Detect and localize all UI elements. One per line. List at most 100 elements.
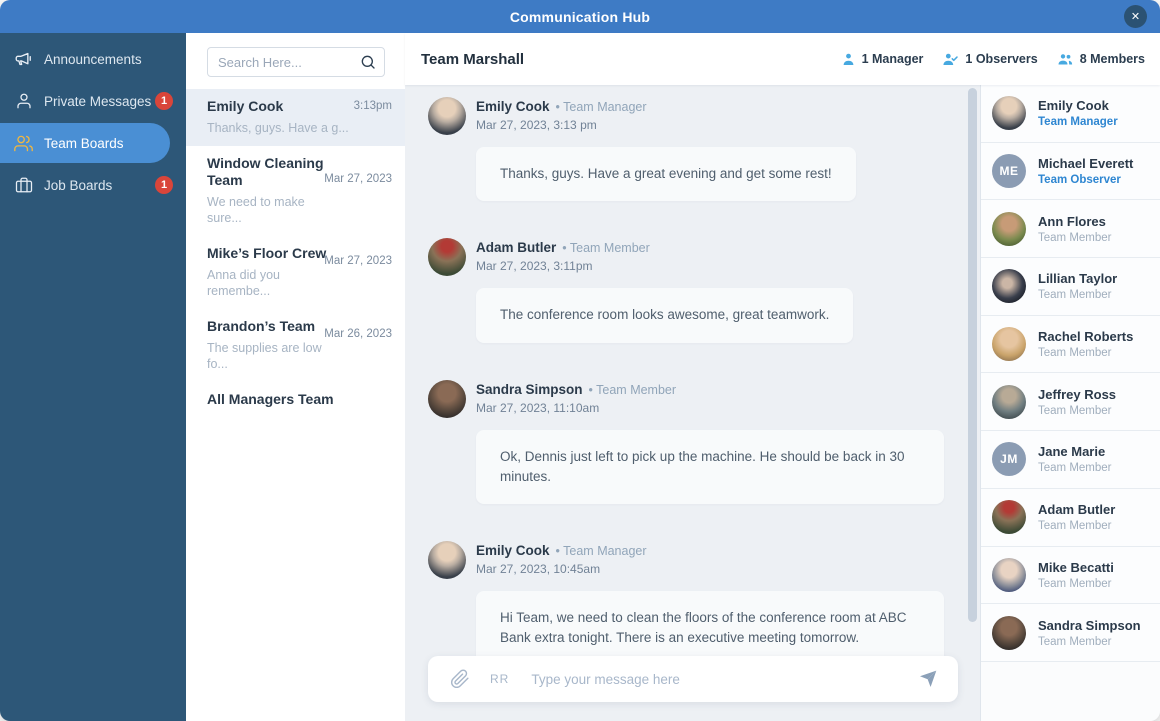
conversation-panel: Emily Cook Thanks, guys. Have a g... 3:1…: [186, 33, 405, 721]
sidebar-item-team-boards[interactable]: Team Boards: [0, 123, 170, 163]
member-role: Team Member: [1038, 635, 1112, 648]
sidebar-item-announcements[interactable]: Announcements: [0, 39, 186, 79]
sidebar-item-private-messages[interactable]: Private Messages 1: [0, 81, 186, 121]
format-button[interactable]: RR: [490, 672, 509, 686]
avatar: [992, 96, 1026, 131]
close-icon: ✕: [1130, 11, 1141, 23]
user-check-icon: [942, 52, 959, 67]
manager-count: 1 Manager: [841, 52, 923, 67]
message: Adam Butler Team Member Mar 27, 2023, 3:…: [428, 238, 980, 343]
nav-sidebar: Announcements Private Messages 1 Team Bo…: [0, 33, 186, 721]
member-row[interactable]: Jeffrey Ross Team Member: [981, 373, 1160, 432]
member-name: Sandra Simpson: [1038, 617, 1141, 633]
user-icon: [14, 92, 33, 111]
megaphone-icon: [14, 50, 33, 69]
search-input[interactable]: [207, 47, 385, 77]
message-sender: Emily Cook: [476, 543, 550, 558]
conversation-title: All Managers Team: [207, 391, 334, 408]
avatar: JM: [992, 442, 1026, 477]
member-row[interactable]: Ann Flores Team Member: [981, 200, 1160, 259]
message-sender-role: Team Manager: [556, 544, 646, 558]
conversation-row[interactable]: Window Cleaning Team We need to make sur…: [186, 146, 405, 237]
message-bubble: Thanks, guys. Have a great evening and g…: [476, 147, 856, 202]
member-name: Emily Cook: [1038, 98, 1109, 114]
message-bubble: The conference room looks awesome, great…: [476, 288, 854, 343]
conversation-time: Mar 26, 2023: [324, 328, 392, 341]
conversation-title: Emily Cook: [207, 98, 284, 114]
message-input-bar: RR: [428, 656, 958, 702]
member-name: Lillian Taylor: [1038, 271, 1118, 287]
search-icon[interactable]: [360, 54, 376, 70]
chat-area: Emily Cook Team Manager Mar 27, 2023, 3:…: [405, 85, 980, 721]
conversation-time: 3:13pm: [353, 100, 392, 112]
send-icon[interactable]: [918, 669, 938, 689]
briefcase-icon: [14, 176, 33, 195]
member-name: Ann Flores: [1038, 213, 1106, 229]
avatar: [992, 269, 1026, 304]
member-row[interactable]: Rachel Roberts Team Member: [981, 315, 1160, 374]
message-list: Emily Cook Team Manager Mar 27, 2023, 3:…: [428, 97, 980, 656]
close-button[interactable]: ✕: [1124, 5, 1147, 28]
message-sender: Adam Butler: [476, 240, 557, 256]
message-timestamp: Mar 27, 2023, 3:11pm: [476, 259, 593, 274]
message: Emily Cook Team Manager Mar 27, 2023, 3:…: [428, 97, 980, 202]
member-name: Jane Marie: [1038, 444, 1106, 460]
chat-scrollbar-thumb[interactable]: [968, 88, 977, 622]
conversation-time: Mar 27, 2023: [324, 172, 392, 185]
member-name: Jeffrey Ross: [1038, 386, 1117, 402]
sidebar-item-job-boards[interactable]: Job Boards 1: [0, 165, 186, 205]
avatar: [992, 211, 1026, 246]
conversation-list: Emily Cook Thanks, guys. Have a g... 3:1…: [186, 89, 405, 721]
message-timestamp: Mar 27, 2023, 10:45am: [476, 562, 601, 576]
conversation-row[interactable]: Mike’s Floor Crew Anna did you remembe..…: [186, 236, 405, 309]
conversation-row[interactable]: Brandon’s Team The supplies are low fo..…: [186, 309, 405, 382]
member-row[interactable]: Mike Becatti Team Member: [981, 546, 1160, 605]
conversation-row[interactable]: Emily Cook Thanks, guys. Have a g... 3:1…: [186, 89, 405, 146]
avatar: [428, 541, 466, 579]
conversation-preview: Anna did you remembe...: [207, 267, 280, 298]
member-role: Team Observer: [1038, 174, 1121, 187]
member-role: Team Member: [1038, 520, 1112, 533]
member-name: Rachel Roberts: [1038, 329, 1134, 345]
communication-hub-window: Communication Hub ✕ Announcements Privat…: [0, 0, 1160, 721]
member-role: Team Member: [1038, 231, 1112, 244]
users-icon: [1057, 52, 1074, 67]
member-name: Mike Becatti: [1038, 559, 1114, 575]
team-boards-icon: [14, 134, 33, 153]
member-role: Team Member: [1038, 347, 1112, 360]
member-role: Team Member: [1038, 577, 1112, 590]
avatar: [992, 500, 1026, 535]
conversation-preview: The supplies are low fo...: [207, 340, 322, 371]
member-row[interactable]: Adam Butler Team Member: [981, 488, 1160, 547]
conversation-row[interactable]: All Managers Team: [186, 382, 405, 419]
message-sender-role: Team Member: [589, 383, 676, 397]
member-row[interactable]: Sandra Simpson Team Member: [981, 604, 1160, 662]
titlebar: Communication Hub ✕: [0, 0, 1160, 33]
attachment-paperclip-icon[interactable]: [450, 669, 470, 689]
member-row[interactable]: JM Jane Marie Team Member: [981, 431, 1160, 489]
member-row[interactable]: Emily Cook Team Manager: [981, 85, 1160, 143]
member-name: Michael Everett: [1038, 156, 1134, 172]
members-count: 8 Members: [1057, 52, 1145, 67]
conversation-preview: Thanks, guys. Have a g...: [207, 120, 349, 135]
avatar: [992, 327, 1026, 362]
sidebar-item-label: Private Messages: [44, 93, 152, 109]
avatar: ME: [992, 154, 1026, 189]
member-role: Team Manager: [1038, 116, 1118, 129]
conversation-preview: We need to make sure...: [207, 194, 305, 225]
message-sender-role: Team Member: [562, 241, 650, 255]
avatar: [428, 379, 466, 418]
avatar: [992, 384, 1026, 419]
member-role: Team Member: [1038, 462, 1112, 475]
member-row[interactable]: ME Michael Everett Team Observer: [981, 142, 1160, 201]
manager-icon: [841, 52, 856, 67]
sidebar-item-label: Job Boards: [44, 177, 113, 193]
message-input[interactable]: [531, 671, 906, 687]
message-timestamp: Mar 27, 2023, 3:13 pm: [476, 118, 597, 132]
message-sender: Sandra Simpson: [476, 381, 583, 397]
member-row[interactable]: Lillian Taylor Team Member: [981, 258, 1160, 316]
member-panel: Emily Cook Team Manager ME Michael Evere…: [980, 85, 1160, 721]
avatar: [428, 97, 466, 135]
message: Sandra Simpson Team Member Mar 27, 2023,…: [428, 379, 980, 504]
message-sender-role: Team Manager: [556, 100, 646, 114]
